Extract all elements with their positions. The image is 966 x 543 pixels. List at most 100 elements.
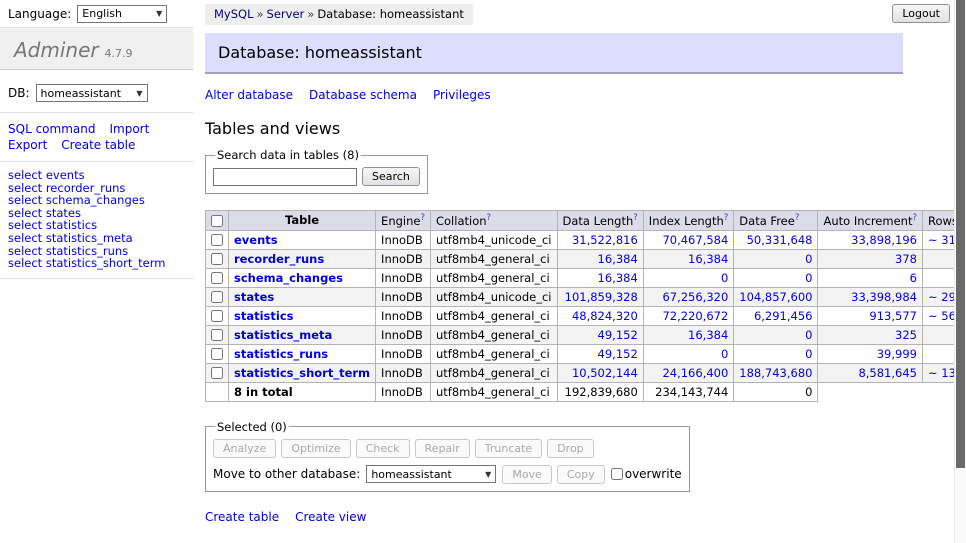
column-help-link[interactable]: ?	[795, 213, 800, 223]
sidebar-action-export[interactable]: Export	[8, 137, 47, 153]
row-checkbox-cell	[206, 306, 229, 325]
select-all-checkbox[interactable]	[211, 215, 223, 227]
index-length-link[interactable]: 0	[721, 347, 728, 361]
optimize-button[interactable]: Optimize	[281, 439, 350, 458]
sidebar-select-statistics-short-term[interactable]: select statistics_short_term	[8, 257, 193, 270]
breadcrumb-mysql[interactable]: MySQL	[214, 7, 254, 21]
row-checkbox[interactable]	[211, 348, 223, 360]
column-help-link[interactable]: ?	[724, 213, 729, 223]
column-help-link[interactable]: ?	[912, 213, 917, 223]
table-link-states[interactable]: states	[234, 290, 274, 304]
auto-increment-link[interactable]: 8,581,645	[858, 366, 917, 380]
auto-increment-link[interactable]: 325	[895, 328, 917, 342]
auto-increment-link[interactable]: 6	[910, 271, 917, 285]
column-help: ?	[795, 213, 800, 223]
sidebar-action-create-table[interactable]: Create table	[61, 137, 135, 153]
data-length-link[interactable]: 16,384	[598, 271, 638, 285]
row-checkbox[interactable]	[211, 253, 223, 265]
copy-button[interactable]: Copy	[557, 465, 605, 484]
auto-increment-link[interactable]: 33,898,196	[851, 233, 917, 247]
move-db-select[interactable]: homeassistant ▼	[366, 465, 496, 483]
table-link-statistics[interactable]: statistics	[234, 309, 294, 323]
language-select[interactable]: English ▼	[77, 5, 167, 23]
data-length-link[interactable]: 31,522,816	[572, 233, 638, 247]
sidebar-select-events[interactable]: select events	[8, 169, 193, 182]
table-link-statistics-short-term[interactable]: statistics_short_term	[234, 366, 370, 380]
row-checkbox[interactable]	[211, 234, 223, 246]
data-free-link[interactable]: 0	[805, 252, 812, 266]
column-help-link[interactable]: ?	[420, 213, 425, 223]
check-button[interactable]: Check	[356, 439, 410, 458]
auto-increment-link[interactable]: 913,577	[869, 309, 917, 323]
link-create-table[interactable]: Create table	[205, 510, 279, 524]
data-free-link[interactable]: 6,291,456	[754, 309, 813, 323]
data-length-link[interactable]: 48,824,320	[572, 309, 638, 323]
sidebar-select-schema-changes[interactable]: select schema_changes	[8, 194, 193, 207]
data-length-cell: 16,384	[557, 268, 643, 287]
table-link-schema-changes[interactable]: schema_changes	[234, 271, 343, 285]
link-alter-database[interactable]: Alter database	[205, 88, 293, 102]
repair-button[interactable]: Repair	[415, 439, 470, 458]
data-free-cell: 6,291,456	[734, 306, 818, 325]
sidebar-select-statistics-meta[interactable]: select statistics_meta	[8, 232, 193, 245]
table-link-statistics-meta[interactable]: statistics_meta	[234, 328, 332, 342]
table-link-recorder-runs[interactable]: recorder_runs	[234, 252, 324, 266]
index-length-link[interactable]: 24,166,400	[662, 366, 728, 380]
auto-increment-cell: 378	[818, 249, 923, 268]
data-free-link[interactable]: 0	[805, 271, 812, 285]
move-button[interactable]: Move	[502, 465, 552, 484]
auto-increment-link[interactable]: 39,999	[877, 347, 917, 361]
index-length-link[interactable]: 72,220,672	[662, 309, 728, 323]
data-free-link[interactable]: 0	[805, 328, 812, 342]
vertical-scrollbar[interactable]	[954, 0, 966, 543]
index-length-link[interactable]: 67,256,320	[662, 290, 728, 304]
breadcrumb-server[interactable]: Server	[267, 7, 305, 21]
row-checkbox[interactable]	[211, 329, 223, 341]
column-help-link[interactable]: ?	[487, 213, 492, 223]
analyze-button[interactable]: Analyze	[213, 439, 276, 458]
table-row-statistics-short-term: statistics_short_termInnoDButf8mb4_gener…	[206, 363, 966, 382]
row-checkbox[interactable]	[211, 291, 223, 303]
sidebar-action-sql-command[interactable]: SQL command	[8, 121, 95, 137]
truncate-button[interactable]: Truncate	[475, 439, 542, 458]
data-length-cell: 101,859,328	[557, 287, 643, 306]
auto-increment-link[interactable]: 33,398,984	[851, 290, 917, 304]
data-free-link[interactable]: 50,331,648	[747, 233, 813, 247]
table-link-events[interactable]: events	[234, 233, 278, 247]
data-length-link[interactable]: 49,152	[598, 347, 638, 361]
column-help: ?	[724, 213, 729, 223]
data-free-link[interactable]: 188,743,680	[739, 366, 812, 380]
data-length-link[interactable]: 16,384	[598, 252, 638, 266]
column-help-link[interactable]: ?	[633, 213, 638, 223]
table-link-statistics-runs[interactable]: statistics_runs	[234, 347, 328, 361]
auto-increment-cell: 325	[818, 325, 923, 344]
data-free-link[interactable]: 104,857,600	[739, 290, 812, 304]
logout-button[interactable]: Logout	[892, 4, 950, 23]
link-create-view[interactable]: Create view	[295, 510, 366, 524]
search-button[interactable]: Search	[362, 167, 420, 186]
link-privileges[interactable]: Privileges	[433, 88, 491, 102]
collation-cell: utf8mb4_general_ci	[430, 306, 557, 325]
db-selector-row: DB: homeassistant ▼	[0, 70, 193, 113]
row-checkbox[interactable]	[211, 310, 223, 322]
overwrite-checkbox[interactable]	[611, 468, 623, 480]
index-length-link[interactable]: 16,384	[688, 328, 728, 342]
db-select[interactable]: homeassistant ▼	[36, 84, 148, 102]
index-length-link[interactable]: 70,467,584	[662, 233, 728, 247]
search-input[interactable]	[213, 168, 357, 186]
chevron-down-icon: ▼	[136, 89, 142, 98]
scrollbar-thumb[interactable]	[956, 0, 965, 468]
row-checkbox[interactable]	[211, 367, 223, 379]
link-database-schema[interactable]: Database schema	[309, 88, 417, 102]
data-length-link[interactable]: 101,859,328	[565, 290, 638, 304]
data-length-link[interactable]: 49,152	[598, 328, 638, 342]
drop-button[interactable]: Drop	[547, 439, 593, 458]
total-empty-cell	[818, 382, 923, 401]
data-length-link[interactable]: 10,502,144	[572, 366, 638, 380]
index-length-link[interactable]: 16,384	[688, 252, 728, 266]
data-free-link[interactable]: 0	[805, 347, 812, 361]
sidebar-action-import[interactable]: Import	[109, 121, 149, 137]
index-length-link[interactable]: 0	[721, 271, 728, 285]
auto-increment-link[interactable]: 378	[895, 252, 917, 266]
row-checkbox[interactable]	[211, 272, 223, 284]
